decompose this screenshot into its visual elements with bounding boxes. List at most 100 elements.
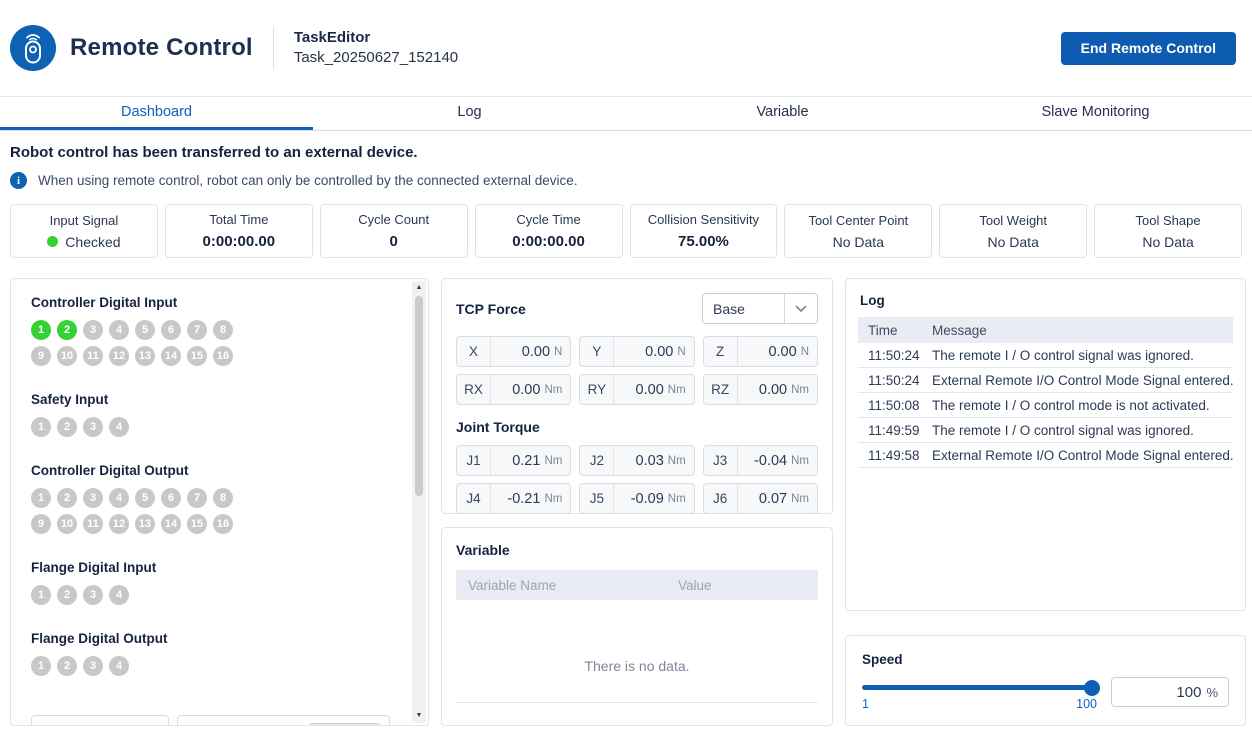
joint-torque-fields: J10.21NmJ20.03NmJ3-0.04NmJ4-0.21NmJ5-0.0… xyxy=(456,445,818,514)
log-message: The remote I / O control signal was igno… xyxy=(932,423,1194,438)
field-unit: Nm xyxy=(791,384,809,396)
stat-card-collision-sensitivity: Collision Sensitivity75.00% xyxy=(630,204,778,258)
header-divider xyxy=(273,27,274,69)
io-indicator-13: 13 xyxy=(135,346,155,366)
field-number: 0.00 xyxy=(759,382,787,398)
variable-empty-state: There is no data. xyxy=(456,658,818,674)
frame-selected-value: Base xyxy=(703,294,784,323)
io-indicator-8: 8 xyxy=(213,488,233,508)
stat-card-cycle-time: Cycle Time 0:00:00.00 xyxy=(475,204,623,258)
end-remote-control-button[interactable]: End Remote Control xyxy=(1061,32,1236,65)
log-row: 11:50:24External Remote I/O Control Mode… xyxy=(858,368,1233,393)
io-section-controller-digital-input: Controller Digital Input1234567891011121… xyxy=(31,295,394,366)
task-info: TaskEditor Task_20250627_152140 xyxy=(294,28,458,68)
io-indicator-12: 12 xyxy=(109,346,129,366)
stat-value-text: 0 xyxy=(390,233,398,250)
field-unit: Nm xyxy=(544,455,562,467)
field-unit: N xyxy=(801,346,809,358)
log-time: 11:49:59 xyxy=(868,423,932,438)
stat-value: No Data xyxy=(833,234,884,250)
field-unit: Nm xyxy=(668,493,686,505)
task-editor-label: TaskEditor xyxy=(294,28,458,48)
io-extra-control[interactable] xyxy=(177,715,390,726)
field-number: 0.00 xyxy=(512,382,540,398)
field-value: 0.00N xyxy=(491,337,570,366)
log-row: 11:50:08The remote I / O control mode is… xyxy=(858,393,1233,418)
log-table-header: Time Message xyxy=(858,317,1233,343)
field-label: X xyxy=(457,337,491,366)
io-indicator-15: 15 xyxy=(187,346,207,366)
notice-title: Robot control has been transferred to an… xyxy=(10,144,1242,161)
tab-slave-monitoring[interactable]: Slave Monitoring xyxy=(939,97,1252,130)
stat-label: Total Time xyxy=(209,212,268,227)
field-unit: N xyxy=(677,346,685,358)
io-indicator-1: 1 xyxy=(31,656,51,676)
stat-label: Cycle Time xyxy=(516,212,580,227)
io-panel-scrollbar[interactable]: ▲ ▼ xyxy=(412,281,426,723)
variable-value-column-header: Value xyxy=(666,578,818,593)
value-field-j1: J10.21Nm xyxy=(456,445,571,476)
tab-log[interactable]: Log xyxy=(313,97,626,130)
log-row: 11:49:59The remote I / O control signal … xyxy=(858,418,1233,443)
status-green-dot-icon xyxy=(47,236,58,247)
io-indicator-3: 3 xyxy=(83,585,103,605)
speed-value: 100 xyxy=(1176,684,1201,701)
speed-value-input[interactable]: 100 % xyxy=(1111,677,1229,707)
field-unit: Nm xyxy=(668,384,686,396)
value-field-ry: RY0.00Nm xyxy=(579,374,694,405)
scrollbar-thumb[interactable] xyxy=(415,296,423,496)
io-section-flange-digital-output: Flange Digital Output1234 xyxy=(31,631,394,676)
io-indicator-2: 2 xyxy=(57,585,77,605)
field-unit: Nm xyxy=(791,455,809,467)
field-value: 0.03Nm xyxy=(614,446,693,475)
value-field-j6: J60.07Nm xyxy=(703,483,818,514)
field-value: 0.00N xyxy=(614,337,693,366)
field-label: RX xyxy=(457,375,491,404)
io-indicator-2: 2 xyxy=(57,417,77,437)
io-section-title: Flange Digital Input xyxy=(31,560,394,575)
speed-slider[interactable]: 1 100 xyxy=(862,677,1097,711)
stat-card-tool-center-point: Tool Center PointNo Data xyxy=(784,204,932,258)
io-section-title: Controller Digital Output xyxy=(31,463,394,478)
tab-dashboard[interactable]: Dashboard xyxy=(0,97,313,130)
io-extra-button[interactable] xyxy=(309,723,381,726)
stat-value: 0:00:00.00 xyxy=(512,233,585,250)
value-field-j2: J20.03Nm xyxy=(579,445,694,476)
io-indicator-5: 5 xyxy=(135,488,155,508)
log-time: 11:50:08 xyxy=(868,398,932,413)
stat-value: 75.00% xyxy=(678,233,729,250)
field-number: -0.09 xyxy=(631,491,664,507)
variable-panel: Variable Variable Name Value There is no… xyxy=(441,527,833,726)
field-value: 0.00Nm xyxy=(491,375,570,404)
speed-slider-track[interactable] xyxy=(862,685,1097,690)
speed-slider-handle[interactable] xyxy=(1084,680,1100,696)
log-time: 11:50:24 xyxy=(868,373,932,388)
frame-selector-dropdown[interactable]: Base xyxy=(702,293,818,324)
app-header: Remote Control TaskEditor Task_20250627_… xyxy=(0,0,1252,96)
io-section-flange-digital-input: Flange Digital Input1234 xyxy=(31,560,394,605)
field-label: RZ xyxy=(704,375,738,404)
stat-label: Tool Shape xyxy=(1136,213,1201,228)
io-extra-input[interactable] xyxy=(31,715,169,726)
scroll-down-icon[interactable]: ▼ xyxy=(412,710,426,722)
tab-variable[interactable]: Variable xyxy=(626,97,939,130)
io-indicator-2: 2 xyxy=(57,320,77,340)
value-field-z: Z0.00N xyxy=(703,336,818,367)
log-panel: Log Time Message 11:50:24The remote I / … xyxy=(845,278,1246,611)
variable-title: Variable xyxy=(456,542,818,558)
scroll-up-icon[interactable]: ▲ xyxy=(412,282,426,294)
field-unit: Nm xyxy=(791,493,809,505)
io-indicator-group: 12345678910111213141516 xyxy=(31,320,241,366)
io-section-controller-digital-output: Controller Digital Output123456789101112… xyxy=(31,463,394,534)
stat-value-text: No Data xyxy=(1142,234,1193,250)
io-status-panel: Controller Digital Input1234567891011121… xyxy=(10,278,429,726)
stat-value: Checked xyxy=(47,234,120,250)
field-value: 0.21Nm xyxy=(491,446,570,475)
stat-label: Cycle Count xyxy=(358,212,429,227)
field-number: 0.00 xyxy=(522,344,550,360)
joint-torque-title: Joint Torque xyxy=(456,419,818,435)
tcp-force-fields: X0.00NY0.00NZ0.00NRX0.00NmRY0.00NmRZ0.00… xyxy=(456,336,818,405)
speed-panel: Speed 1 100 100 % xyxy=(845,635,1246,726)
field-value: 0.07Nm xyxy=(738,484,817,513)
field-label: J6 xyxy=(704,484,738,513)
